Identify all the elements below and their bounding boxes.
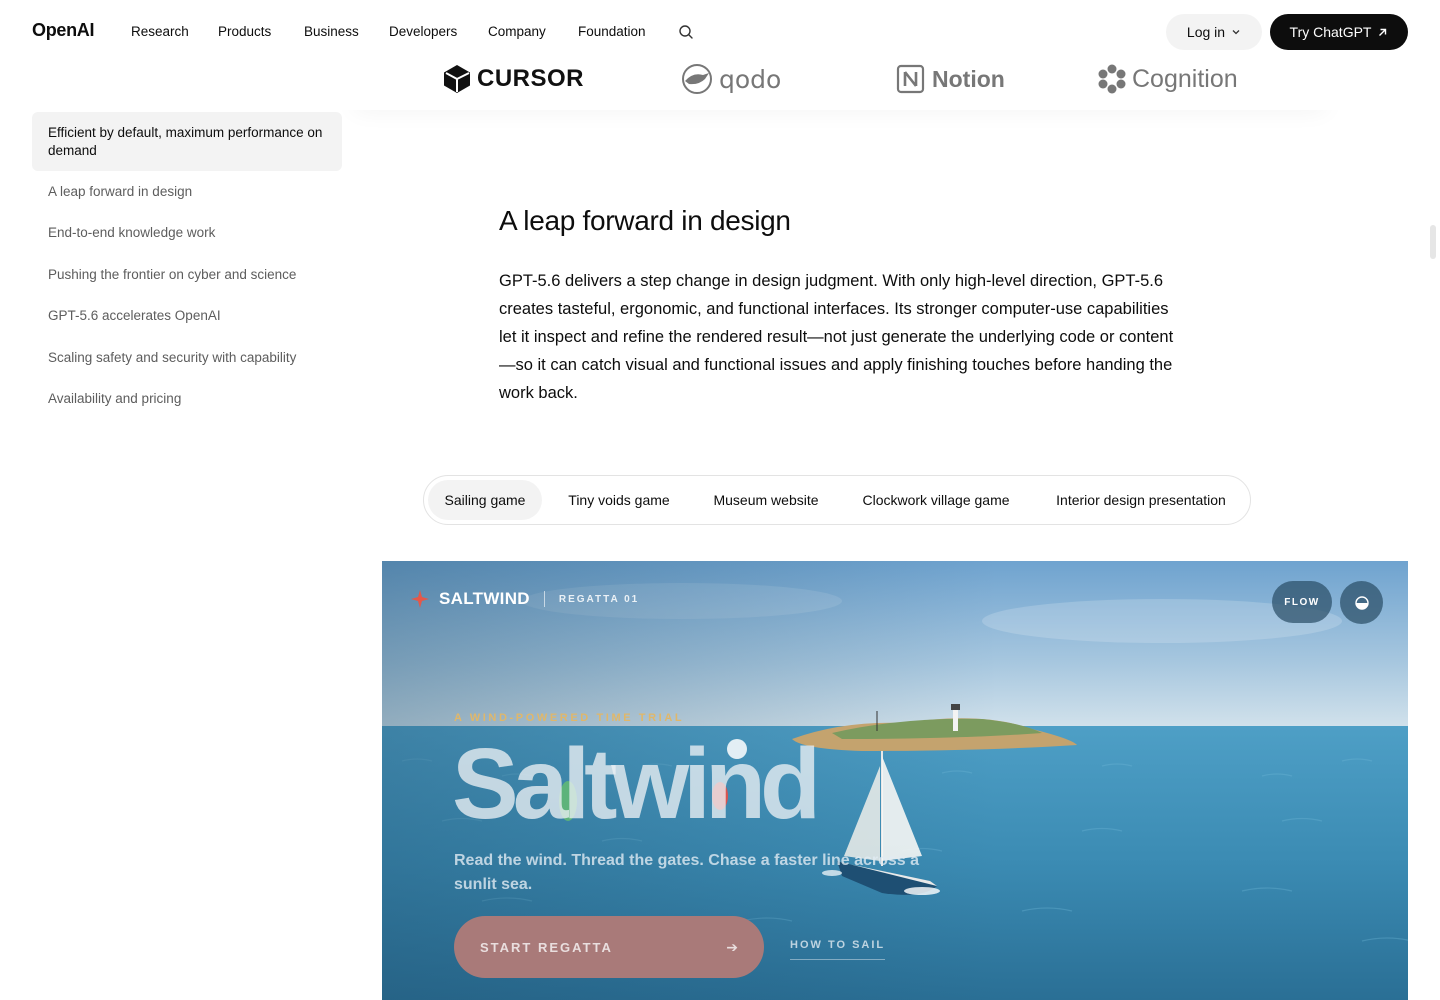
lighthouse <box>953 709 958 731</box>
flow-label: FLOW <box>1284 596 1320 608</box>
start-regatta-button[interactable]: START REGATTA ➔ <box>454 916 764 978</box>
notion-logo: Notion <box>896 64 1005 94</box>
nav-link-business[interactable]: Business <box>304 24 359 39</box>
arrow-up-right-icon <box>1379 28 1387 36</box>
toc-item-safety[interactable]: Scaling safety and security with capabil… <box>32 337 342 379</box>
cognition-mark-icon <box>1098 64 1126 94</box>
start-regatta-label: START REGATTA <box>480 939 613 955</box>
tab-clockwork-village-game[interactable]: Clockwork village game <box>848 480 1024 520</box>
notion-mark-icon <box>896 64 925 94</box>
qodo-logo: qodo <box>681 64 781 94</box>
login-button[interactable]: Log in <box>1166 14 1262 50</box>
cursor-logo: CURSOR <box>443 64 584 94</box>
cursor-cube-icon <box>444 65 470 93</box>
game-subbrand: REGATTA 01 <box>558 593 640 605</box>
login-label: Log in <box>1186 24 1226 40</box>
game-tagline: Read the wind. Thread the gates. Chase a… <box>454 852 920 893</box>
tab-interior-design-presentation[interactable]: Interior design presentation <box>1038 480 1244 520</box>
toc-item-design[interactable]: A leap forward in design <box>32 171 342 213</box>
star-icon <box>411 590 429 608</box>
try-chatgpt-label: Try ChatGPT <box>1289 24 1372 40</box>
lighthouse-top <box>951 704 960 710</box>
tab-museum-website[interactable]: Museum website <box>698 480 834 520</box>
qodo-mark-icon <box>682 64 712 94</box>
top-navigation: OpenAI Research Products Business Develo… <box>0 0 1440 64</box>
toc-item-knowledge-work[interactable]: End-to-end knowledge work <box>32 213 342 255</box>
half-circle-icon <box>1354 595 1369 610</box>
nav-link-company[interactable]: Company <box>488 24 546 39</box>
search-icon[interactable] <box>677 23 695 41</box>
nav-link-products[interactable]: Products <box>218 24 271 39</box>
tab-tiny-voids-game[interactable]: Tiny voids game <box>554 480 684 520</box>
game-title: Saltwind <box>452 728 821 840</box>
toc-item-accelerates[interactable]: GPT-5.6 accelerates OpenAI <box>32 296 342 338</box>
game-brand-name: SALTWIND <box>439 589 530 608</box>
game-brand: SALTWIND REGATTA 01 <box>411 589 639 609</box>
nav-link-developers[interactable]: Developers <box>389 24 457 39</box>
nav-link-research[interactable]: Research <box>131 24 189 39</box>
section-heading: A leap forward in design <box>499 205 791 236</box>
nav-link-foundation[interactable]: Foundation <box>578 24 646 39</box>
tab-sailing-game[interactable]: Sailing game <box>428 480 542 520</box>
theme-toggle[interactable] <box>1340 581 1383 624</box>
toc-item-cyber-science[interactable]: Pushing the frontier on cyber and scienc… <box>32 254 342 296</box>
how-to-sail-link[interactable]: HOW TO SAIL <box>790 939 886 960</box>
cognition-logo: Cognition <box>1098 64 1238 94</box>
demo-tabs: Sailing game Tiny voids game Museum webs… <box>423 475 1251 525</box>
partner-logos: CURSOR qodo Notion Cognition <box>340 64 1340 110</box>
brand-divider <box>543 591 545 607</box>
chevron-down-icon <box>1232 30 1240 35</box>
try-chatgpt-button[interactable]: Try ChatGPT <box>1270 14 1408 50</box>
toc-item-active[interactable]: Efficient by default, maximum performanc… <box>32 112 342 171</box>
openai-logo[interactable]: OpenAI <box>32 20 95 41</box>
arrow-right-icon: ➔ <box>726 938 738 955</box>
table-of-contents: Efficient by default, maximum performanc… <box>32 112 342 406</box>
toc-item-availability[interactable]: Availability and pricing <box>32 379 342 421</box>
scrollbar-thumb[interactable] <box>1430 225 1436 259</box>
section-body: GPT-5.6 delivers a step change in design… <box>499 272 1174 402</box>
flow-button[interactable]: FLOW <box>1272 581 1332 623</box>
toc-list: A leap forward in design End-to-end know… <box>32 171 342 420</box>
sailing-game-preview[interactable]: SALTWIND REGATTA 01 FLOW A WIND-POWERED … <box>382 561 1408 1000</box>
game-kicker: A WIND-POWERED TIME TRIAL <box>454 712 685 724</box>
